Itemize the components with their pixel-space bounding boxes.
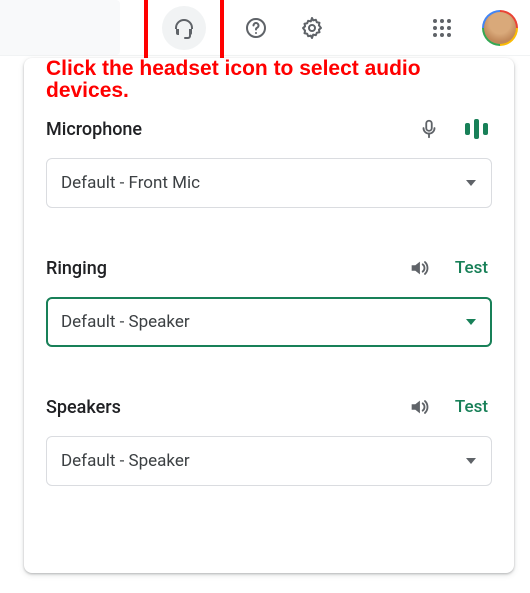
microphone-select[interactable]: Default - Front Mic — [46, 158, 492, 208]
audio-devices-panel: Microphone Default - Front Mic Ringing — [24, 58, 514, 573]
left-gap — [0, 0, 120, 55]
chevron-down-icon — [465, 177, 477, 189]
settings-button[interactable] — [292, 8, 332, 48]
speakers-header: Speakers Test — [46, 396, 492, 418]
top-toolbar — [0, 0, 530, 56]
headset-icon — [172, 16, 196, 40]
apps-button[interactable] — [422, 8, 462, 48]
ringing-select-value: Default - Speaker — [61, 312, 190, 332]
microphone-header: Microphone — [46, 118, 492, 140]
instruction-annotation: Click the headset icon to select audio d… — [46, 58, 486, 102]
microphone-title: Microphone — [46, 119, 415, 140]
microphone-section: Microphone Default - Front Mic — [24, 106, 514, 237]
speakers-title: Speakers — [46, 397, 405, 418]
ringing-title: Ringing — [46, 258, 405, 279]
microphone-icon — [415, 118, 443, 140]
ringing-header: Ringing Test — [46, 257, 492, 279]
help-icon — [244, 16, 268, 40]
speakers-select-value: Default - Speaker — [61, 451, 190, 471]
microphone-level-indicator — [465, 118, 488, 140]
speakers-test-button[interactable]: Test — [455, 397, 488, 417]
speakers-section: Speakers Test Default - Speaker — [24, 376, 514, 515]
speaker-icon — [405, 257, 433, 279]
account-avatar[interactable] — [482, 10, 518, 46]
speaker-icon — [405, 396, 433, 418]
ringing-test-button[interactable]: Test — [455, 258, 488, 278]
microphone-select-value: Default - Front Mic — [61, 173, 200, 193]
avatar-image — [484, 12, 516, 44]
audio-devices-button[interactable] — [162, 6, 206, 50]
speakers-select[interactable]: Default - Speaker — [46, 436, 492, 486]
chevron-down-icon — [465, 316, 477, 328]
ringing-section: Ringing Test Default - Speaker — [24, 237, 514, 376]
ringing-select[interactable]: Default - Speaker — [46, 297, 492, 347]
chevron-down-icon — [465, 455, 477, 467]
apps-grid-icon — [432, 18, 452, 38]
gear-icon — [300, 16, 324, 40]
help-button[interactable] — [236, 8, 276, 48]
